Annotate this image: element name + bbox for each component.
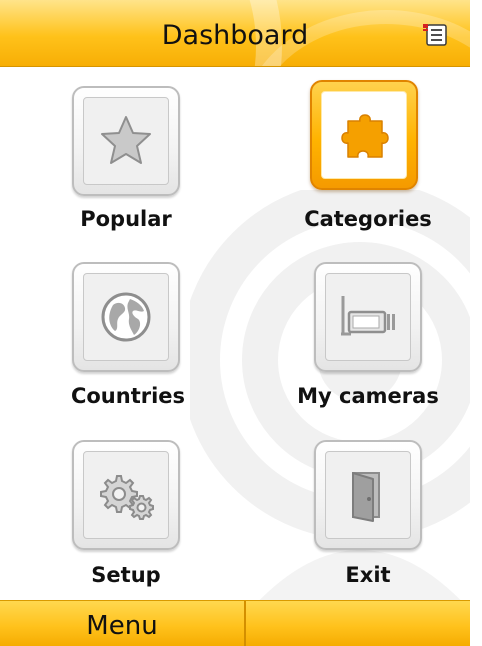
gears-icon (100, 475, 154, 520)
setup-button-face (83, 451, 169, 539)
puzzle-piece-icon (341, 114, 389, 158)
countries-label: Countries (70, 384, 186, 408)
camera-icon (341, 296, 395, 336)
countries-button[interactable] (72, 262, 180, 372)
popular-button-face (83, 97, 169, 185)
my-cameras-button[interactable] (314, 262, 422, 372)
globe-icon (101, 292, 151, 342)
exit-button[interactable] (314, 440, 422, 550)
dashboard-screen: Dashboard Popular Categories Countries M… (0, 0, 482, 646)
exit-button-face (325, 451, 411, 539)
title-bar: Dashboard (0, 0, 470, 67)
popular-button[interactable] (72, 86, 180, 196)
list-menu-icon[interactable] (422, 23, 448, 47)
setup-button[interactable] (72, 440, 180, 550)
screen-right-edge (470, 0, 482, 646)
categories-button-face (321, 91, 407, 179)
softkey-bar: Menu (0, 600, 470, 646)
right-softkey[interactable] (246, 601, 470, 646)
setup-label: Setup (91, 563, 161, 587)
page-title: Dashboard (161, 20, 309, 51)
countries-button-face (83, 273, 169, 361)
popular-label: Popular (80, 207, 172, 231)
my-cameras-label: My cameras (297, 384, 439, 408)
menu-softkey[interactable]: Menu (0, 610, 244, 642)
my-cameras-button-face (325, 273, 411, 361)
categories-label: Categories (304, 207, 432, 231)
door-icon (352, 472, 380, 522)
exit-label: Exit (345, 563, 391, 587)
star-icon (101, 116, 151, 164)
categories-button[interactable] (310, 80, 418, 190)
